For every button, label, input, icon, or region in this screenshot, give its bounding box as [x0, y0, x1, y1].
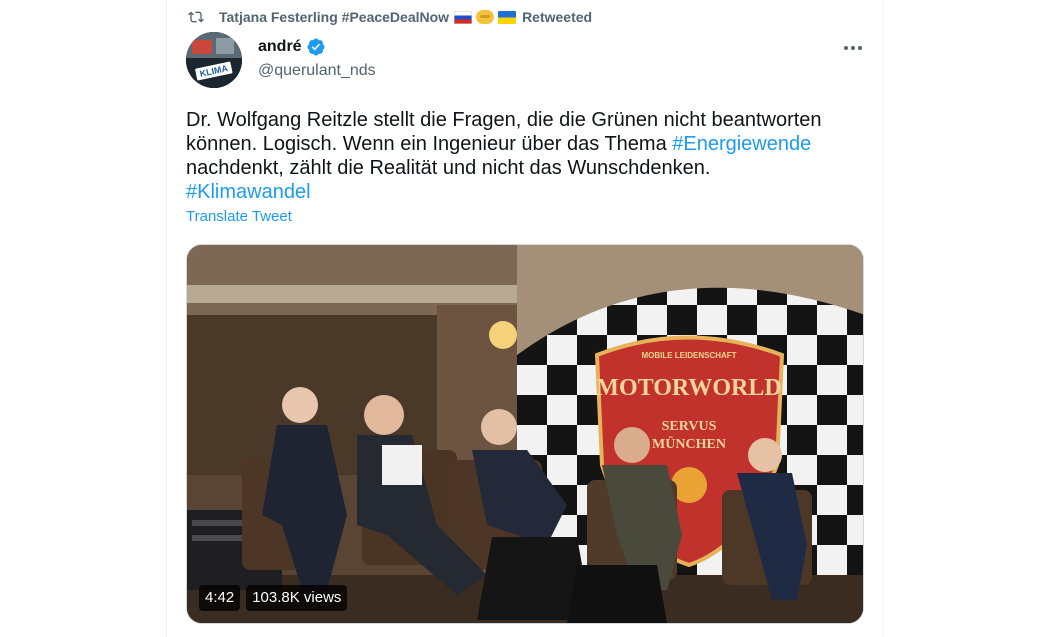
verified-badge-icon[interactable]: [306, 37, 326, 57]
tweet-line-1: Dr. Wolfgang Reitzle stellt die Fragen, …: [186, 109, 822, 131]
author-avatar[interactable]: KLIMA: [186, 32, 242, 88]
retweet-context[interactable]: Tatjana Festerling #PeaceDealNow Retweet…: [188, 7, 592, 27]
tweet-line-2-text: können. Logisch. Wenn ein Ingenieur über…: [186, 133, 673, 155]
sign-sub2-text: MÜNCHEN: [652, 435, 726, 452]
sign-top-text: MOBILE LEIDENSCHAFT: [641, 351, 736, 360]
author-handle[interactable]: @querulant_nds: [258, 62, 376, 80]
video-duration: 4:42: [199, 585, 241, 611]
flag-ukraine-icon: [498, 10, 517, 24]
video-views: 103.8K views: [246, 585, 348, 611]
handshake-icon: [476, 10, 495, 24]
translate-tweet-link[interactable]: Translate Tweet: [186, 208, 292, 225]
retweet-icon: [188, 9, 204, 25]
timeline-border-right: [883, 0, 884, 637]
retweeter-emojis: [454, 10, 517, 24]
retweeter-name[interactable]: Tatjana Festerling #PeaceDealNow: [219, 9, 449, 25]
video-info: 4:42 103.8K views: [199, 585, 348, 611]
sign-sub1-text: SERVUS: [662, 419, 717, 434]
timeline-border-left: [166, 0, 167, 637]
author-name[interactable]: andré: [258, 38, 302, 56]
video-player[interactable]: MOBILE LEIDENSCHAFT MOTORWORLD SERVUS MÜ…: [186, 244, 864, 624]
retweeted-label: Retweeted: [522, 9, 593, 25]
flag-russia-icon: [454, 10, 473, 24]
author-block: andré @querulant_nds: [258, 36, 376, 80]
video-frame: MOBILE LEIDENSCHAFT MOTORWORLD SERVUS MÜ…: [187, 245, 863, 623]
tweet-text: Dr. Wolfgang Reitzle stellt die Fragen, …: [186, 108, 876, 204]
sign-main-text: MOTORWORLD: [596, 375, 781, 401]
hashtag-energiewende-link[interactable]: #Energiewende: [672, 133, 811, 155]
tweet-line-3: nachdenkt, zählt die Realität und nicht …: [186, 157, 711, 179]
hashtag-klimawandel-link[interactable]: #Klimawandel: [186, 180, 876, 204]
more-options-button[interactable]: [838, 36, 868, 60]
tweet-line-2: können. Logisch. Wenn ein Ingenieur über…: [186, 132, 876, 156]
more-dots-icon: [844, 46, 862, 50]
